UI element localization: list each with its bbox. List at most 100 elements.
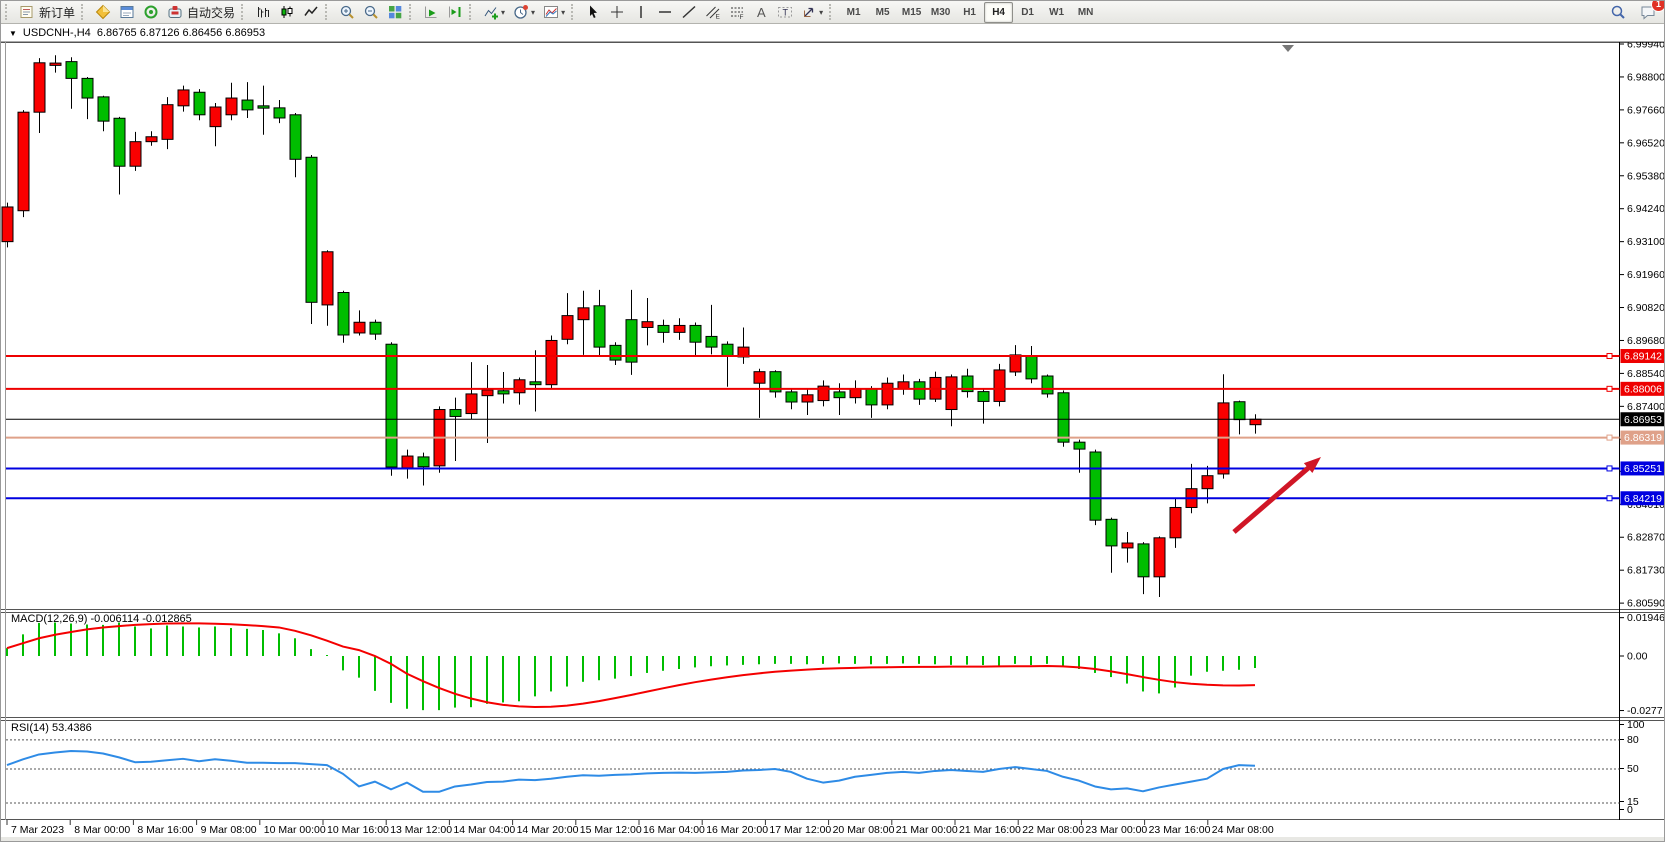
dropdown-arrow-icon[interactable]: ▾ [819,8,823,17]
dropdown-arrow-icon[interactable]: ▾ [561,8,565,17]
pane-borders [1,42,1665,820]
label-button[interactable]: T [773,1,797,23]
horizontal-lines [6,354,1620,501]
time-axis-label: 13 Mar 12:00 [390,824,452,836]
price-axis-tick: 6.97660 [1627,104,1665,116]
one-click-trading-expander[interactable]: ▼ [9,29,17,38]
auto-scroll-icon [423,4,439,20]
price-level-label: 6.89142 [1621,349,1665,363]
chart-shift-marker-icon[interactable] [1282,45,1294,52]
line-handle[interactable] [1607,386,1612,391]
chart-canvas[interactable]: 6.999406.988006.976606.965206.953806.942… [1,42,1665,837]
status-strip [1,837,1665,842]
timeframe-button-mn[interactable]: MN [1071,2,1100,23]
line-handle[interactable] [1607,496,1612,501]
dropdown-arrow-icon[interactable]: ▾ [501,8,505,17]
candle [962,369,973,398]
toolbar-group-5: ▾ ▾ ▾ [467,1,569,24]
notification-badge: 1 [1651,0,1665,12]
zoom-in-button[interactable] [335,1,359,23]
zoom-out-button[interactable] [359,1,383,23]
candle [258,86,269,135]
timeframe-button-m30[interactable]: M30 [926,2,955,23]
auto-scroll-button[interactable] [419,1,443,23]
candle [994,364,1005,406]
chart-shift-icon [447,4,463,20]
periods-button[interactable]: ▾ [509,1,539,23]
hline-button[interactable] [653,1,677,23]
autotrade-icon [167,4,183,20]
timeframe-button-m5[interactable]: M5 [868,2,897,23]
tile-windows-button[interactable] [383,1,407,23]
svg-text:6.86319: 6.86319 [1624,432,1662,444]
chart-shift-button[interactable] [443,1,467,23]
candle [1218,374,1229,478]
search-button[interactable] [1606,1,1630,23]
templates-button[interactable]: ▾ [539,1,569,23]
timeframe-button-w1[interactable]: W1 [1042,2,1071,23]
candle [466,362,477,419]
indicators-icon [483,4,499,20]
candle [1186,464,1197,513]
time-axis-label: 8 Mar 16:00 [137,824,193,836]
new-order-button[interactable]: 新订单 [15,1,79,23]
candle [18,110,29,217]
rsi-label: RSI(14) 53.4386 [11,722,92,734]
price-axis-tick: 6.93100 [1627,236,1665,248]
candle [770,370,781,397]
time-axis-label: 24 Mar 08:00 [1212,824,1274,836]
candle [162,97,173,149]
indicators-button[interactable]: ▾ [479,1,509,23]
time-axis-label: 8 Mar 00:00 [74,824,130,836]
zoom-in-icon [339,4,355,20]
time-axis-label: 15 Mar 12:00 [580,824,642,836]
channel-button[interactable]: E [701,1,725,23]
time-axis-label: 10 Mar 00:00 [264,824,326,836]
line-handle[interactable] [1607,466,1612,471]
time-axis-label: 7 Mar 2023 [11,824,64,836]
candle [786,389,797,409]
fibonacci-button[interactable]: F [725,1,749,23]
timeframe-button-m1[interactable]: M1 [839,2,868,23]
timeframe-button-h1[interactable]: H1 [955,2,984,23]
candle [82,77,93,119]
rsi-pane: RSI(14) 53.43861008050150 [6,719,1645,816]
chart-title-bar: ▼ USDCNH-,H4 6.86765 6.87126 6.86456 6.8… [1,25,1665,42]
rsi-line [7,751,1255,792]
line-chart-button[interactable] [299,1,323,23]
text-button[interactable]: A [749,1,773,23]
trendline-button[interactable] [677,1,701,23]
timeframe-button-h4[interactable]: H4 [984,2,1013,23]
vline-button[interactable] [629,1,653,23]
notifications-button[interactable]: 1 [1636,1,1660,23]
market-window-button[interactable] [115,1,139,23]
autotrade-button[interactable]: 自动交易 [163,1,239,23]
candle [658,320,669,343]
price-axis[interactable]: 6.999406.988006.976606.965206.953806.942… [1620,42,1665,610]
crosshair-button[interactable] [605,1,629,23]
candle [930,372,941,402]
dropdown-arrow-icon[interactable]: ▾ [531,8,535,17]
candle [946,375,957,427]
line-handle[interactable] [1607,435,1612,440]
price-axis-tick: 6.94240 [1627,203,1665,215]
signal-button[interactable] [139,1,163,23]
toolbar-grip [469,4,475,20]
timeframe-button-m15[interactable]: M15 [897,2,926,23]
toolbar-grip [829,4,835,20]
price-level-label: 6.84219 [1621,491,1665,505]
candle [546,336,557,389]
time-axis[interactable]: 7 Mar 20238 Mar 00:008 Mar 16:009 Mar 08… [7,820,1274,836]
time-axis-label: 16 Mar 20:00 [706,824,768,836]
macd-axis-tick: -0.0277 [1627,705,1663,717]
time-axis-label: 20 Mar 08:00 [833,824,895,836]
timeframe-button-d1[interactable]: D1 [1013,2,1042,23]
candle-chart-button[interactable] [275,1,299,23]
line-handle[interactable] [1607,354,1612,359]
bar-chart-button[interactable] [251,1,275,23]
gold-diamond-button[interactable] [91,1,115,23]
candle [2,203,13,248]
cursor-button[interactable] [581,1,605,23]
shapes-button[interactable]: ▾ [797,1,827,23]
candle [290,113,301,177]
